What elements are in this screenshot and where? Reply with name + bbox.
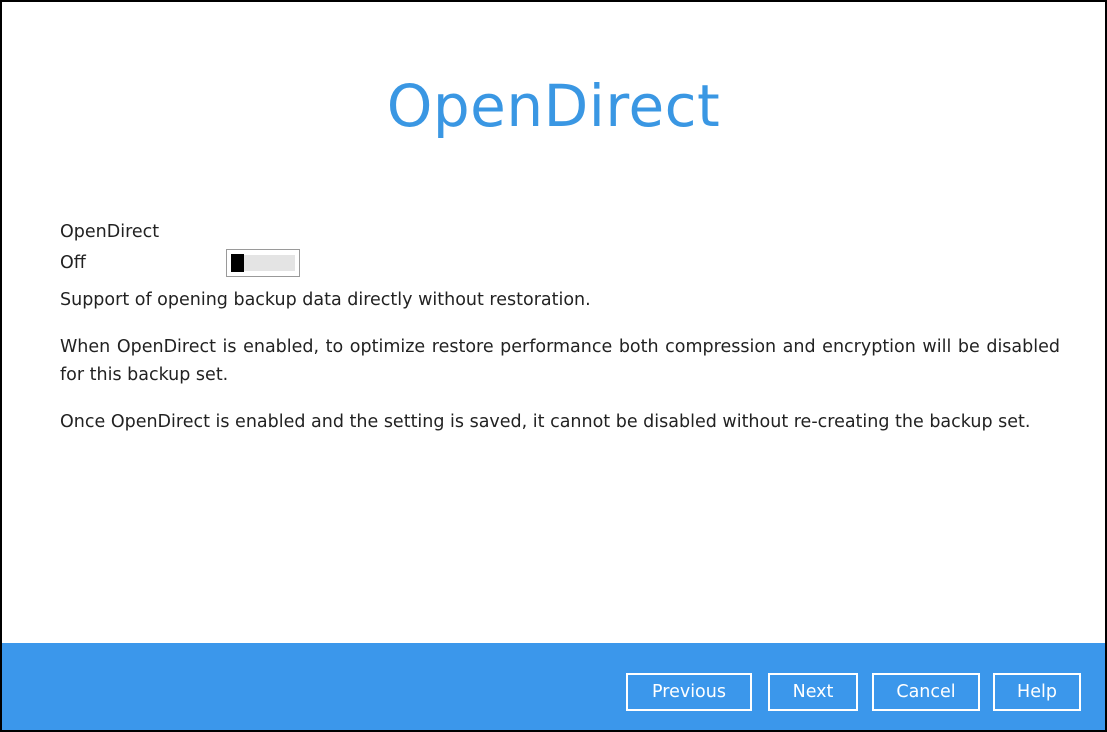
toggle-state-label: Off: [60, 253, 86, 273]
wizard-window: OpenDirect OpenDirect Off Support of ope…: [0, 0, 1107, 732]
opendirect-description: Support of opening backup data directly …: [60, 290, 591, 310]
opendirect-note-compression: When OpenDirect is enabled, to optimize …: [60, 337, 1060, 385]
opendirect-toggle-row: Off: [60, 246, 1060, 280]
help-button[interactable]: Help: [993, 673, 1081, 711]
footer-bar: Previous Next Cancel Help: [2, 643, 1105, 730]
opendirect-toggle[interactable]: [226, 249, 300, 277]
cancel-button[interactable]: Cancel: [872, 673, 980, 711]
page-title: OpenDirect: [386, 72, 721, 140]
opendirect-section-label: OpenDirect: [60, 222, 160, 242]
next-button[interactable]: Next: [768, 673, 858, 711]
previous-button[interactable]: Previous: [626, 673, 752, 711]
toggle-knob[interactable]: [231, 254, 244, 272]
opendirect-note-irreversible: Once OpenDirect is enabled and the setti…: [60, 412, 1031, 432]
settings-panel: OpenDirect Off Support of opening backup…: [60, 218, 1060, 436]
